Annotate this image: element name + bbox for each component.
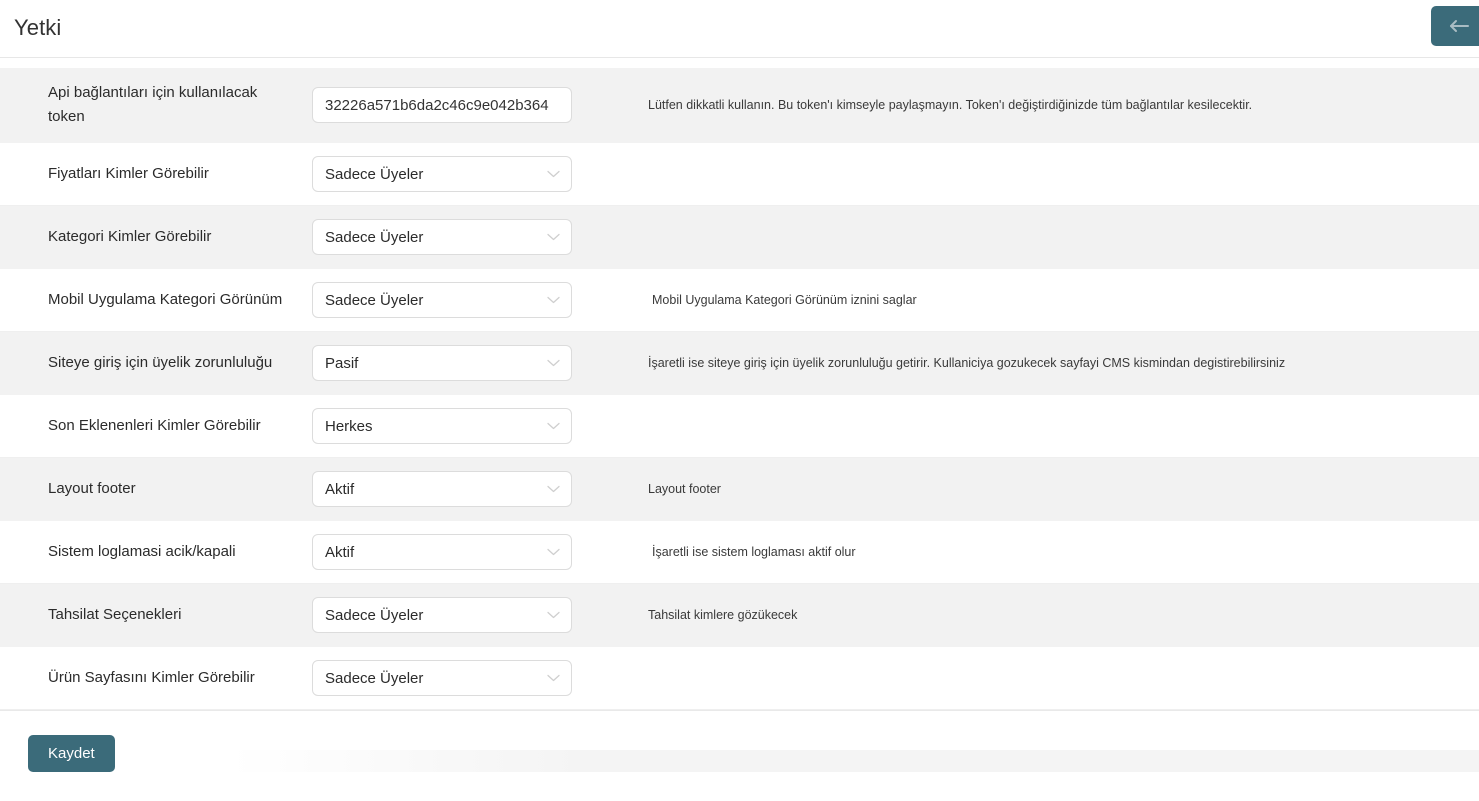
setting-select[interactable]: Sadece Üyeler <box>312 219 572 255</box>
setting-help-text: İşaretli ise sistem loglaması aktif olur <box>652 545 856 559</box>
setting-select[interactable]: Sadece Üyeler <box>312 156 572 192</box>
settings-row: Layout footer Aktif Layout footer <box>0 458 1479 521</box>
setting-label: Kategori Kimler Görebilir <box>48 228 212 245</box>
settings-table: Api bağlantıları için kullanılacak token… <box>0 58 1479 710</box>
settings-row: Kategori Kimler Görebilir Sadece Üyeler <box>0 206 1479 269</box>
settings-row: Tahsilat Seçenekleri Sadece Üyeler Tahsila… <box>0 584 1479 647</box>
setting-help-text: Tahsilat kimlere gözükecek <box>648 608 798 622</box>
setting-select[interactable]: Pasif <box>312 345 572 381</box>
setting-control: Sadece Üyeler <box>312 660 612 696</box>
setting-control: Sadece Üyeler <box>312 282 612 318</box>
setting-select[interactable]: Sadece Üyeler <box>312 597 572 633</box>
setting-help-text: Lütfen dikkatli kullanın. Bu token'ı kim… <box>648 98 1253 112</box>
select-value[interactable]: Sadece Üyeler <box>312 660 572 696</box>
setting-help-text: Mobil Uygulama Kategori Görünüm iznini s… <box>652 293 917 307</box>
select-value[interactable]: Herkes <box>312 408 572 444</box>
form-footer: Kaydet <box>0 710 1479 772</box>
setting-label: Sistem loglamasi acik/kapali <box>48 543 236 560</box>
setting-select[interactable]: Sadece Üyeler <box>312 282 572 318</box>
settings-row: Api bağlantıları için kullanılacak token… <box>0 68 1479 143</box>
setting-control: Aktif <box>312 534 612 570</box>
setting-select[interactable]: Sadece Üyeler <box>312 660 572 696</box>
setting-help-text: Layout footer <box>648 482 721 496</box>
setting-control: Sadece Üyeler <box>312 219 612 255</box>
setting-label: Mobil Uygulama Kategori Görünüm <box>48 291 283 308</box>
setting-select[interactable]: Aktif <box>312 471 572 507</box>
select-value[interactable]: Sadece Üyeler <box>312 282 572 318</box>
setting-label: Fiyatları Kimler Görebilir <box>48 165 209 182</box>
setting-select[interactable]: Herkes <box>312 408 572 444</box>
select-value[interactable]: Aktif <box>312 534 572 570</box>
select-value[interactable]: Sadece Üyeler <box>312 156 572 192</box>
setting-help-text: İşaretli ise siteye giriş için üyelik zo… <box>648 356 1286 370</box>
settings-row: Son Eklenenleri Kimler Görebilir Herkes <box>0 395 1479 458</box>
setting-label: Son Eklenenleri Kimler Görebilir <box>48 417 261 434</box>
setting-select[interactable]: Aktif <box>312 534 572 570</box>
setting-control: Sadece Üyeler <box>312 597 612 633</box>
setting-control: Sadece Üyeler <box>312 156 612 192</box>
setting-control: Pasif <box>312 345 612 381</box>
select-value[interactable]: Aktif <box>312 471 572 507</box>
arrow-left-icon <box>1448 18 1470 34</box>
setting-control: Herkes <box>312 408 612 444</box>
setting-label: Tahsilat Seçenekleri <box>48 606 182 623</box>
settings-row: Ürün Sayfasını Kimler Görebilir Sadece Üy… <box>0 647 1479 710</box>
setting-control <box>312 87 612 123</box>
setting-label: Siteye giriş için üyelik zorunluluğu <box>48 354 273 371</box>
select-value[interactable]: Sadece Üyeler <box>312 219 572 255</box>
settings-row: Siteye giriş için üyelik zorunluluğu Pasi… <box>0 332 1479 395</box>
bottom-overlay <box>230 750 1479 772</box>
back-button[interactable] <box>1431 6 1479 46</box>
setting-label: Layout footer <box>48 480 136 497</box>
save-button[interactable]: Kaydet <box>28 735 115 772</box>
setting-control: Aktif <box>312 471 612 507</box>
api-token-input[interactable] <box>312 87 572 123</box>
select-value[interactable]: Pasif <box>312 345 572 381</box>
settings-row: Fiyatları Kimler Görebilir Sadece Üyeler <box>0 143 1479 206</box>
setting-label: Ürün Sayfasını Kimler Görebilir <box>48 669 255 686</box>
setting-label: Api bağlantıları için kullanılacak token <box>48 84 258 125</box>
settings-row: Sistem loglamasi acik/kapali Aktif İşaretl… <box>0 521 1479 584</box>
settings-row: Mobil Uygulama Kategori Görünüm Sadece Üy… <box>0 269 1479 332</box>
select-value[interactable]: Sadece Üyeler <box>312 597 572 633</box>
page-header: Yetki <box>0 0 1479 58</box>
page-title: Yetki <box>14 15 62 40</box>
